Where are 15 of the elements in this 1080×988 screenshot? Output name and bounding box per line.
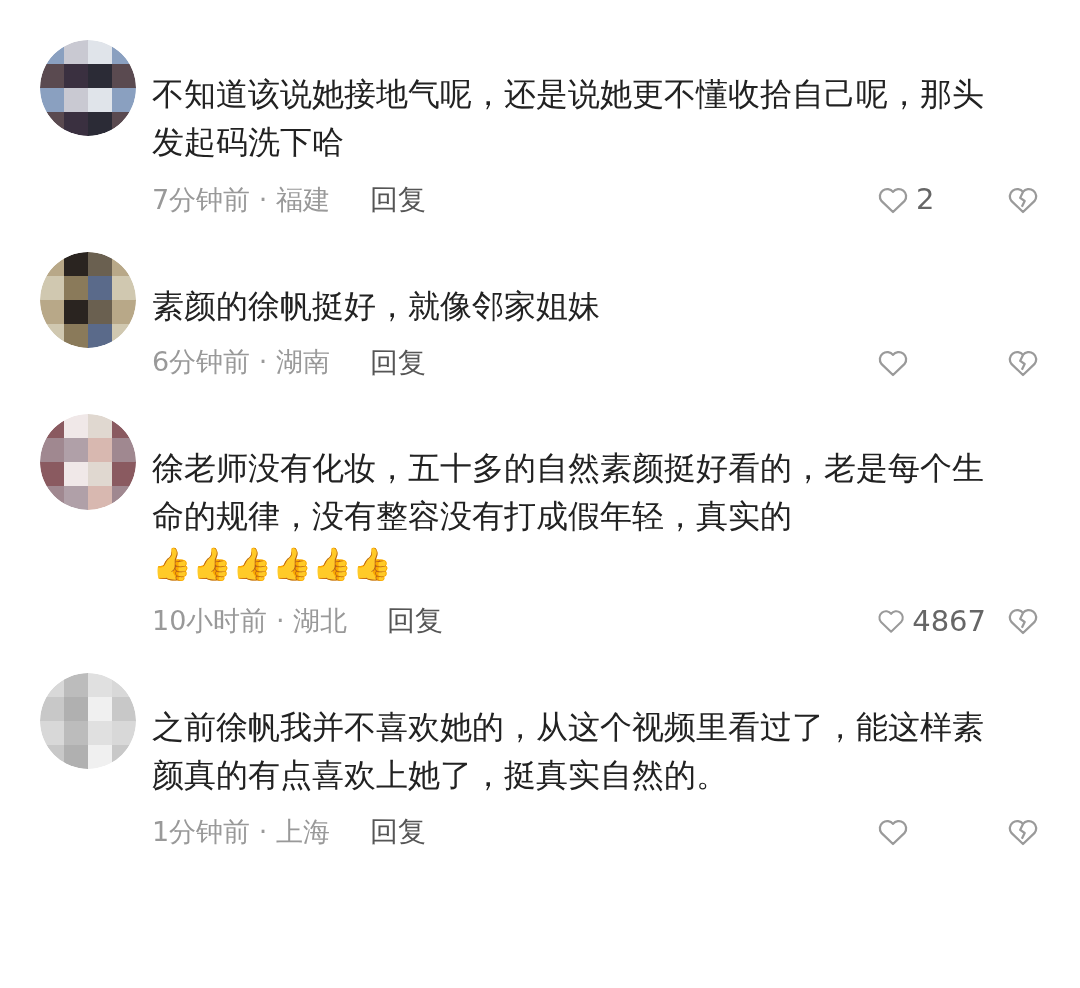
comment-text: 素颜的徐帆挺好，就像邻家姐妹 bbox=[152, 285, 601, 327]
comment-text: 不知道该说她接地气呢，还是说她更不懂收拾自己呢，那头发起码洗下哈 bbox=[152, 74, 985, 163]
comment-text: 之前徐帆我并不喜欢她的，从这个视频里看过了，能这样素颜真的有点喜欢上她了，挺真实自然的。 bbox=[152, 707, 985, 796]
comment-time: 6分钟前 · 湖南 bbox=[152, 345, 330, 380]
emoji-text: 👍👍👍👍👍👍 bbox=[152, 543, 393, 585]
reply-button[interactable]: 回复 bbox=[369, 178, 426, 221]
comment-text: 徐老师没有化妆，五十多的自然素颜挺好看的，老是每个生命的规律，没有整容没有打成假年轻，真实的 bbox=[152, 447, 985, 537]
comment-time: 10小时前 · 湖北 bbox=[152, 604, 348, 638]
reply-button[interactable]: 回复 bbox=[387, 600, 444, 643]
comment-time: 1分钟前 · 上海 bbox=[152, 814, 330, 849]
comment-time: 7分钟前 · 福建 bbox=[152, 182, 330, 217]
reply-button[interactable]: 回复 bbox=[369, 811, 426, 853]
like-count: 4867 bbox=[912, 602, 986, 640]
like-count: 2 bbox=[916, 181, 935, 218]
reply-button[interactable]: 回复 bbox=[369, 341, 426, 384]
